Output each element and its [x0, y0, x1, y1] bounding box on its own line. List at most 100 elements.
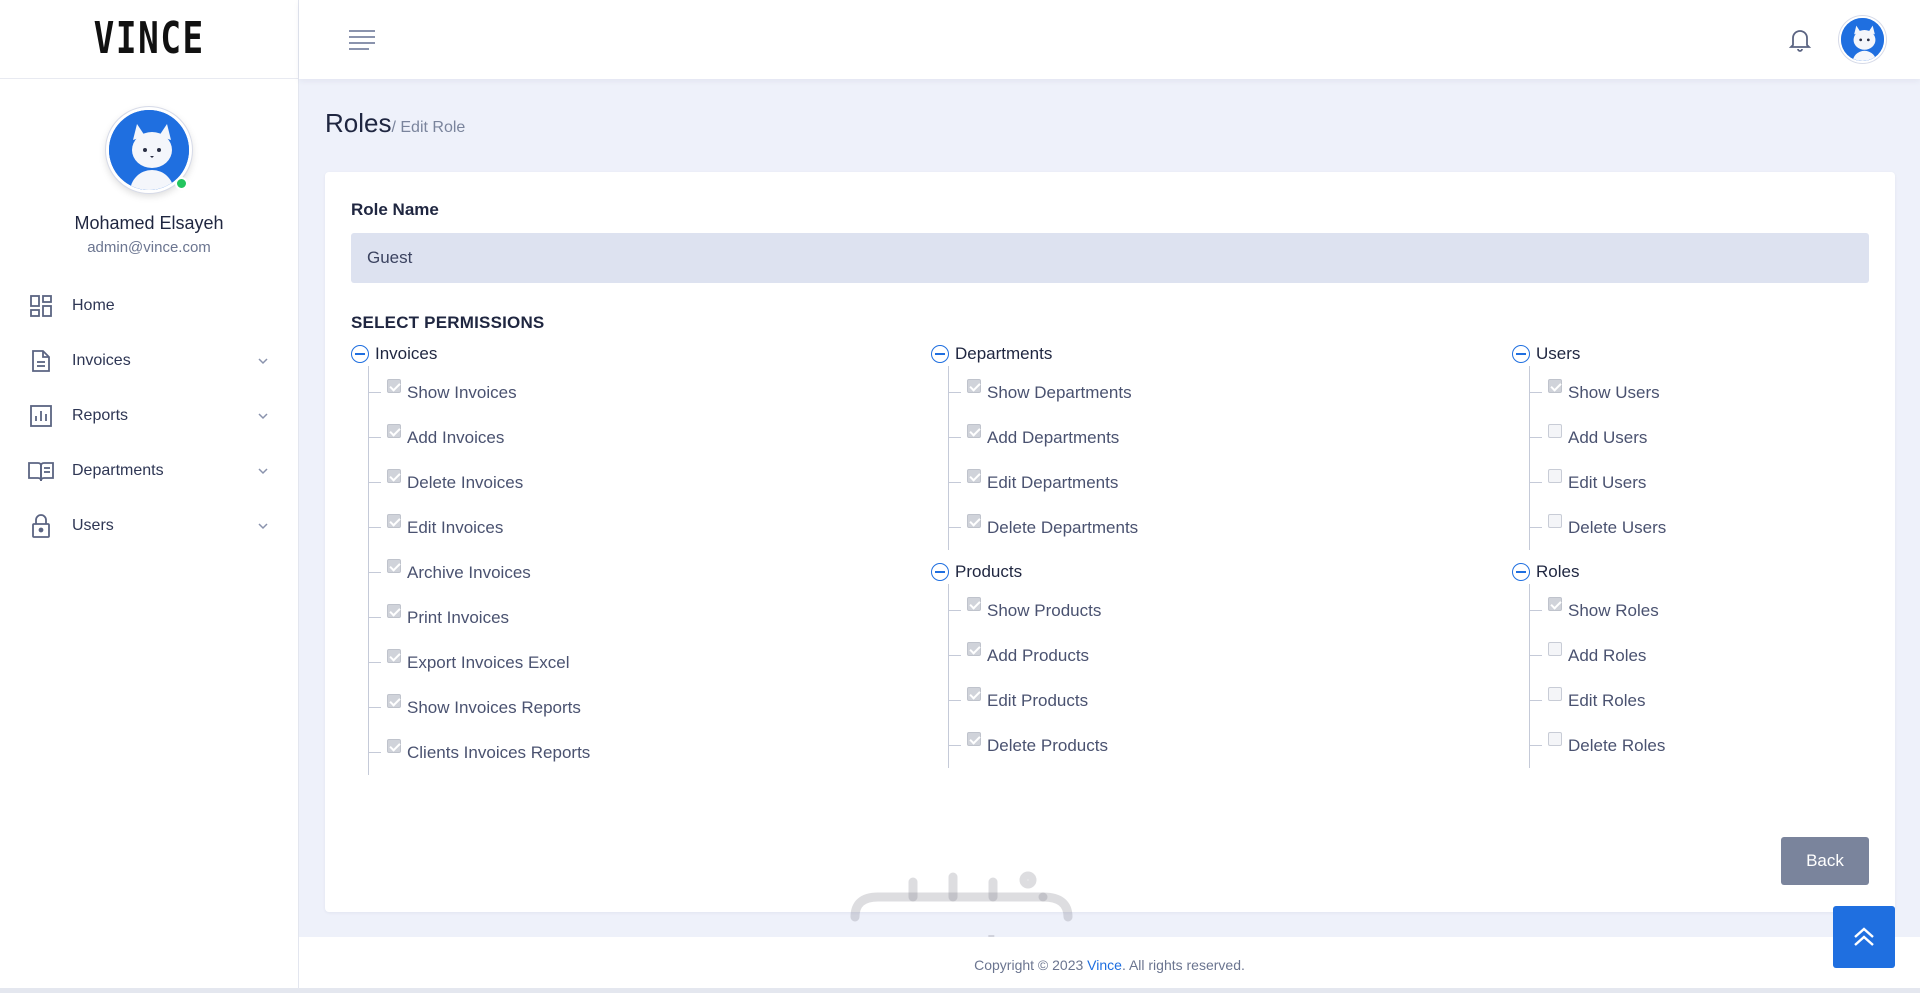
permission-item: Clients Invoices Reports — [369, 730, 590, 775]
permission-checkbox[interactable] — [1548, 423, 1562, 438]
permission-checkbox[interactable] — [387, 513, 401, 528]
role-name-input[interactable] — [351, 233, 1869, 283]
collapse-minus-icon[interactable] — [351, 345, 369, 363]
permission-label: Add Products — [987, 645, 1090, 665]
group-name: Users — [1536, 344, 1581, 363]
permission-checkbox[interactable] — [387, 423, 401, 438]
group-toggle[interactable]: Products — [931, 560, 1138, 584]
permission-list: Show Users Add Users Edit Users Delete U… — [1529, 366, 1666, 550]
permission-item: Edit Invoices — [369, 505, 590, 550]
permission-item: Show Roles — [1530, 588, 1666, 633]
edit-role-card: Role Name SELECT PERMISSIONS Invoices Sh… — [325, 172, 1895, 912]
permission-label: Delete Products — [987, 735, 1108, 755]
permission-label: Edit Invoices — [407, 517, 504, 537]
permission-item: Delete Roles — [1530, 723, 1666, 768]
sidebar-item-label: Users — [72, 516, 114, 534]
permission-checkbox[interactable] — [967, 731, 981, 746]
header-avatar[interactable] — [1839, 16, 1886, 63]
permission-checkbox[interactable] — [1548, 641, 1562, 656]
group-toggle[interactable]: Roles — [1512, 560, 1666, 584]
permission-checkbox[interactable] — [1548, 468, 1562, 483]
sidebar-item-home[interactable]: Home — [0, 278, 298, 333]
permission-checkbox[interactable] — [967, 513, 981, 528]
sidebar-item-departments[interactable]: Departments — [0, 443, 298, 498]
group-toggle[interactable]: Users — [1512, 342, 1666, 366]
notification-bell-icon[interactable] — [1788, 27, 1812, 53]
permission-checkbox[interactable] — [967, 641, 981, 656]
permission-checkbox[interactable] — [1548, 596, 1562, 611]
permission-item: Edit Departments — [949, 460, 1138, 505]
copyright-text: Copyright © 2023 Vince. All rights reser… — [299, 957, 1920, 973]
permission-label: Delete Departments — [987, 517, 1139, 537]
permission-checkbox[interactable] — [387, 558, 401, 573]
logo-area: VINCE — [0, 0, 298, 79]
permission-label: Delete Roles — [1568, 735, 1666, 755]
sidebar-item-label: Reports — [72, 406, 129, 424]
double-chevron-up-icon — [1854, 927, 1874, 946]
permission-item: Delete Departments — [949, 505, 1138, 550]
collapse-minus-icon[interactable] — [1512, 345, 1530, 363]
permission-group-invoices: Invoices Show Invoices Add Invoices Dele… — [351, 342, 590, 775]
avatar-wrapper — [103, 107, 195, 193]
bar-chart-icon — [28, 403, 54, 429]
permission-label: Show Users — [1568, 382, 1660, 402]
copyright-suffix: . All rights reserved. — [1121, 957, 1245, 973]
menu-toggle-icon[interactable] — [349, 30, 375, 50]
lock-icon — [28, 513, 54, 539]
sidebar-item-label: Departments — [72, 461, 164, 479]
permission-checkbox[interactable] — [387, 693, 401, 708]
permission-item: Delete Invoices — [369, 460, 590, 505]
permission-checkbox[interactable] — [967, 468, 981, 483]
permission-list: Show Invoices Add Invoices Delete Invoic… — [368, 366, 590, 775]
permission-label: Show Products — [987, 600, 1102, 620]
sidebar-item-users[interactable]: Users — [0, 498, 298, 553]
sidebar-item-reports[interactable]: Reports — [0, 388, 298, 443]
permission-checkbox[interactable] — [387, 603, 401, 618]
permission-checkbox[interactable] — [967, 596, 981, 611]
permission-checkbox[interactable] — [1548, 731, 1562, 746]
permission-checkbox[interactable] — [387, 648, 401, 663]
permission-item: Print Invoices — [369, 595, 590, 640]
permission-label: Show Invoices Reports — [407, 697, 581, 717]
permission-group-products: Products Show Products Add Products Edit… — [931, 560, 1138, 768]
group-toggle[interactable]: Invoices — [351, 342, 590, 366]
brand-logo[interactable]: VINCE — [93, 17, 204, 61]
permission-item: Add Invoices — [369, 415, 590, 460]
permission-label: Edit Users — [1568, 472, 1647, 492]
permission-list: Show Products Add Products Edit Products… — [948, 584, 1138, 768]
permission-item: Delete Users — [1530, 505, 1666, 550]
user-profile: Mohamed Elsayeh admin@vince.com — [0, 79, 298, 256]
permission-checkbox[interactable] — [387, 468, 401, 483]
footer-brand-link[interactable]: Vince — [1087, 957, 1122, 973]
permissions-column-2: Departments Show Departments Add Departm… — [931, 342, 1138, 778]
permission-item: Show Products — [949, 588, 1138, 633]
permission-label: Edit Departments — [987, 472, 1119, 492]
collapse-minus-icon[interactable] — [1512, 563, 1530, 581]
permission-checkbox[interactable] — [1548, 378, 1562, 393]
permission-checkbox[interactable] — [387, 738, 401, 753]
permission-checkbox[interactable] — [967, 423, 981, 438]
permission-checkbox[interactable] — [387, 378, 401, 393]
permission-checkbox[interactable] — [967, 686, 981, 701]
permission-item: Add Users — [1530, 415, 1666, 460]
chevron-down-icon — [258, 412, 268, 419]
permission-item: Add Departments — [949, 415, 1138, 460]
back-button[interactable]: Back — [1781, 837, 1869, 885]
cat-avatar-icon — [1841, 18, 1884, 61]
permission-label: Add Roles — [1568, 645, 1647, 665]
bottom-strip — [0, 988, 1920, 993]
permission-item: Show Invoices Reports — [369, 685, 590, 730]
sidebar: VINCE Mohamed Elsayeh admin@vince.com Ho… — [0, 0, 299, 993]
permission-checkbox[interactable] — [967, 378, 981, 393]
permission-group-roles: Roles Show Roles Add Roles Edit Roles De… — [1512, 560, 1666, 768]
scroll-to-top-button[interactable] — [1833, 906, 1895, 968]
chevron-down-icon — [258, 467, 268, 474]
group-toggle[interactable]: Departments — [931, 342, 1138, 366]
permission-checkbox[interactable] — [1548, 686, 1562, 701]
copyright-prefix: Copyright © 2023 — [974, 957, 1088, 973]
collapse-minus-icon[interactable] — [931, 345, 949, 363]
open-book-icon — [28, 458, 54, 484]
collapse-minus-icon[interactable] — [931, 563, 949, 581]
permission-checkbox[interactable] — [1548, 513, 1562, 528]
sidebar-item-invoices[interactable]: Invoices — [0, 333, 298, 388]
